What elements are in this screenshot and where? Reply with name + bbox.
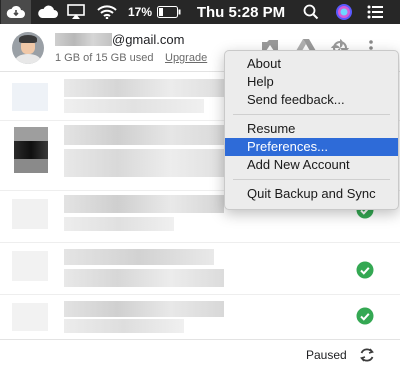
check-circle-icon bbox=[356, 261, 374, 279]
file-thumbnail bbox=[12, 251, 48, 281]
settings-menu: About Help Send feedback... Resume Prefe… bbox=[224, 50, 399, 210]
check-circle-icon bbox=[356, 307, 374, 325]
menu-separator bbox=[233, 179, 390, 180]
file-thumbnail-top bbox=[14, 127, 48, 141]
file-name-redaction bbox=[64, 195, 224, 213]
file-row-5[interactable] bbox=[0, 295, 400, 339]
avatar-shirt bbox=[15, 54, 41, 64]
file-detail-redaction bbox=[64, 269, 224, 287]
file-detail-redaction bbox=[64, 99, 204, 113]
notification-center-icon[interactable] bbox=[364, 0, 386, 24]
status-footer: Paused bbox=[0, 339, 400, 369]
siri-icon[interactable] bbox=[333, 0, 355, 24]
file-name-redaction bbox=[64, 301, 224, 317]
menu-item-preferences[interactable]: Preferences... bbox=[225, 138, 398, 156]
cloud-icon[interactable] bbox=[36, 0, 60, 24]
battery-percent: 17% bbox=[127, 5, 153, 19]
menu-item-about[interactable]: About bbox=[225, 55, 398, 73]
file-thumbnail bbox=[12, 303, 48, 331]
file-thumbnail-bottom bbox=[14, 159, 48, 173]
avatar[interactable] bbox=[12, 32, 44, 64]
clock[interactable]: Thu 5:28 PM bbox=[196, 0, 286, 24]
menu-bar: 17% Thu 5:28 PM bbox=[0, 0, 400, 24]
email-redaction bbox=[55, 33, 112, 46]
menu-separator bbox=[233, 114, 390, 115]
menu-item-help[interactable]: Help bbox=[225, 73, 398, 91]
menu-item-send-feedback[interactable]: Send feedback... bbox=[225, 91, 398, 109]
menu-item-quit[interactable]: Quit Backup and Sync bbox=[225, 185, 398, 203]
file-row-4[interactable] bbox=[0, 243, 400, 295]
file-name-redaction bbox=[64, 125, 224, 145]
account-email: @gmail.com bbox=[112, 32, 185, 47]
search-icon[interactable] bbox=[300, 0, 322, 24]
file-thumbnail bbox=[14, 141, 48, 159]
file-thumbnail bbox=[12, 83, 48, 111]
wifi-icon[interactable] bbox=[96, 0, 118, 24]
file-detail-redaction bbox=[64, 319, 184, 333]
avatar-hair bbox=[19, 35, 37, 43]
storage-usage: 1 GB of 15 GB used bbox=[55, 52, 154, 64]
menu-item-add-new-account[interactable]: Add New Account bbox=[225, 156, 398, 174]
file-name-redaction bbox=[64, 79, 224, 97]
menu-item-resume[interactable]: Resume bbox=[225, 120, 398, 138]
file-detail-redaction bbox=[64, 217, 174, 231]
sync-icon[interactable] bbox=[358, 346, 376, 364]
file-detail-redaction bbox=[64, 149, 224, 177]
upgrade-link[interactable]: Upgrade bbox=[165, 52, 207, 64]
file-thumbnail bbox=[12, 199, 48, 229]
battery-icon[interactable] bbox=[156, 0, 182, 24]
airplay-icon[interactable] bbox=[66, 0, 86, 24]
sync-status: Paused bbox=[306, 348, 347, 362]
file-name-redaction bbox=[64, 249, 214, 265]
google-drive-cloud-icon[interactable] bbox=[1, 0, 31, 24]
